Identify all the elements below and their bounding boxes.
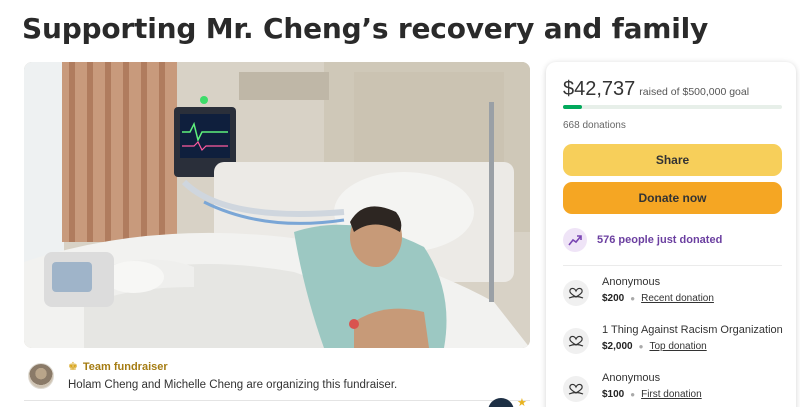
donor-item: Anonymous $200 ● Recent donation — [563, 276, 788, 316]
top-donation-link[interactable]: Top donation — [649, 341, 706, 352]
organizer-row: ♚ Team fundraiser Holam Cheng and Michel… — [28, 358, 528, 398]
donor-name: Anonymous — [602, 372, 661, 384]
card-divider — [563, 265, 782, 266]
donor-name: 1 Thing Against Racism Organization — [602, 324, 783, 336]
donation-card: $42,737 raised of $500,000 goal 668 dona… — [546, 62, 796, 407]
progress-fill — [563, 105, 582, 109]
amount-raised: $42,737 — [563, 78, 636, 100]
donor-meta: $2,000 ● Top donation — [602, 341, 707, 352]
share-button[interactable]: Share — [563, 144, 782, 176]
hero-photo — [24, 62, 530, 348]
donor-name: Anonymous — [602, 276, 661, 288]
organizer-avatar[interactable] — [28, 363, 54, 389]
heart-hands-icon — [563, 376, 589, 402]
recent-donation-link[interactable]: Recent donation — [641, 293, 714, 304]
team-fundraiser-badge: ♚ Team fundraiser — [68, 360, 168, 374]
team-icon: ♚ — [68, 361, 78, 373]
amount-row: $42,737 raised of $500,000 goal — [563, 78, 749, 101]
donor-meta: $200 ● Recent donation — [602, 293, 714, 304]
section-divider — [24, 400, 530, 401]
donation-count[interactable]: 668 donations — [563, 120, 626, 131]
organizer-text: Holam Cheng and Michelle Cheng are organ… — [68, 379, 398, 391]
recent-activity: 576 people just donated — [563, 228, 722, 252]
heart-hands-icon — [563, 328, 589, 354]
separator-dot: ● — [630, 294, 636, 303]
donor-amount: $100 — [602, 389, 625, 400]
first-donation-link[interactable]: First donation — [641, 389, 702, 400]
goal-text: raised of $500,000 goal — [639, 86, 750, 98]
star-icon: ★ — [517, 397, 527, 407]
separator-dot: ● — [638, 342, 644, 351]
separator-dot: ● — [630, 390, 636, 399]
donate-now-button[interactable]: Donate now — [563, 182, 782, 214]
heart-hands-icon — [563, 280, 589, 306]
donor-amount: $200 — [602, 293, 625, 304]
recent-activity-text: 576 people just donated — [597, 234, 723, 246]
team-fundraiser-label: Team fundraiser — [82, 360, 168, 373]
trending-up-icon — [563, 228, 587, 252]
hospital-photo-illustration — [24, 62, 530, 348]
donor-meta: $100 ● First donation — [602, 389, 702, 400]
page-title: Supporting Mr. Cheng’s recovery and fami… — [22, 12, 709, 45]
donor-amount: $2,000 — [602, 341, 633, 352]
donor-item: 1 Thing Against Racism Organization $2,0… — [563, 324, 788, 364]
donor-item: Anonymous $100 ● First donation — [563, 372, 788, 407]
progress-bar — [563, 105, 782, 109]
